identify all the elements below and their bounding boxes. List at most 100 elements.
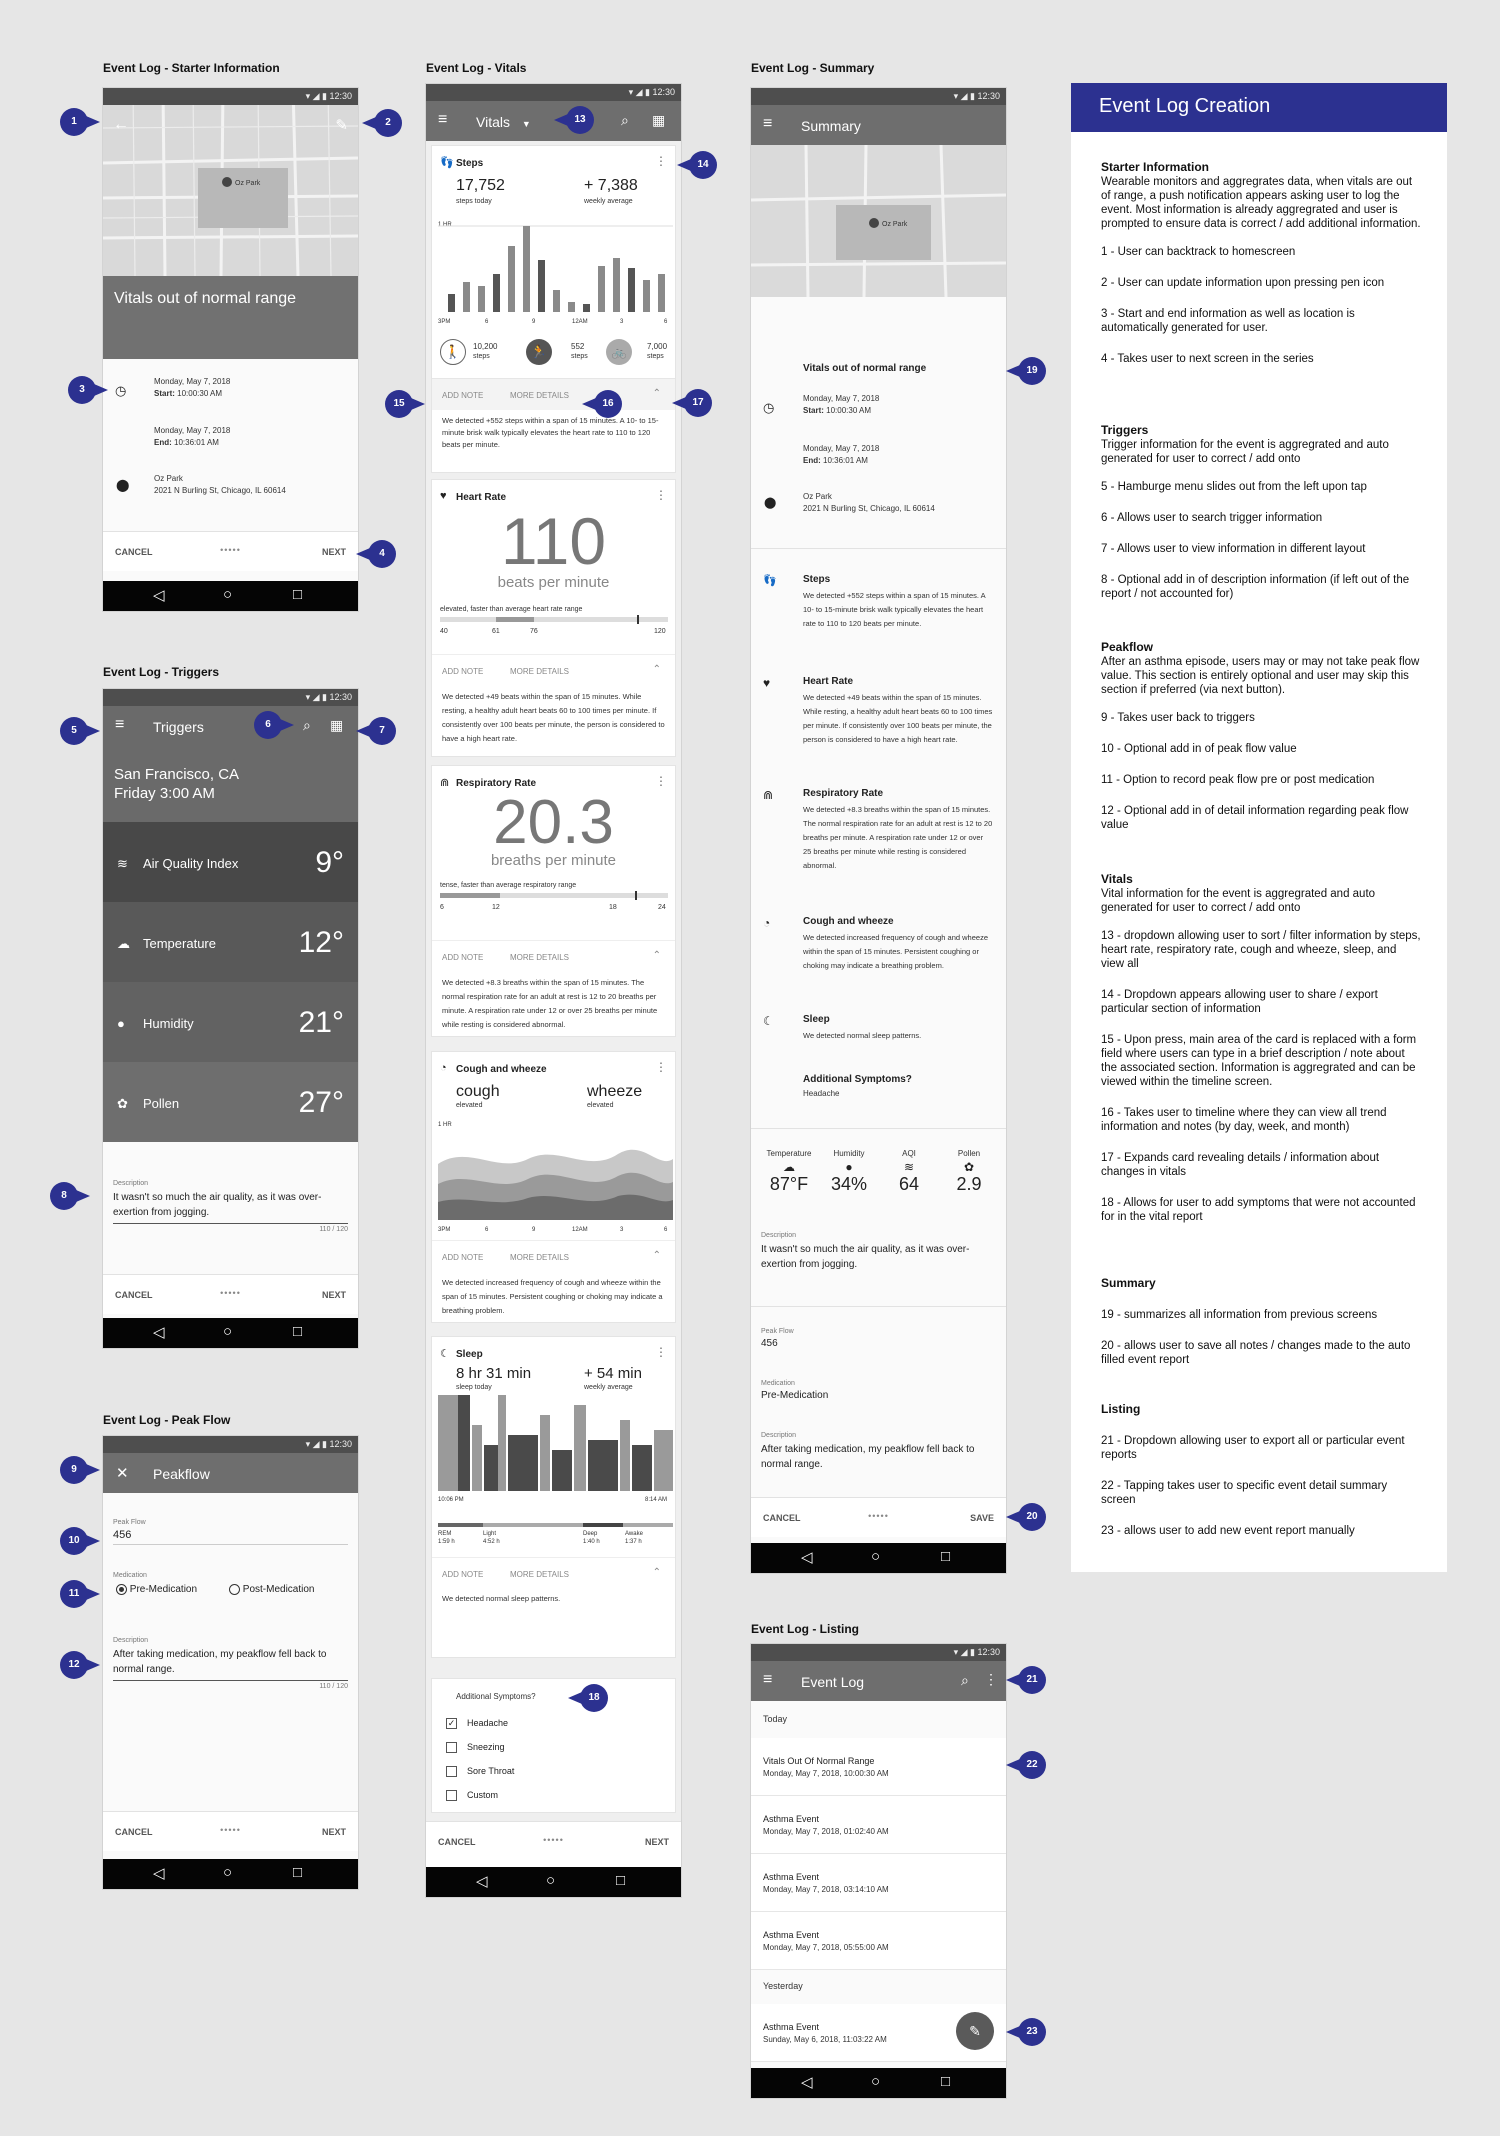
map-view[interactable]: Oz Park [751,144,1006,298]
trigger-row-pollen[interactable]: ✿ Pollen 27° [103,1062,358,1142]
more-details-button[interactable]: MORE DETAILS [510,391,569,400]
add-note-button[interactable]: ADD NOTE [442,1570,483,1579]
home-nav-icon[interactable]: ○ [871,1548,880,1565]
checkbox-icon [446,1766,457,1778]
map-view[interactable]: Oz Park [103,88,358,277]
collapse-chevron-icon[interactable]: ⌃ [653,1250,661,1261]
back-nav-icon[interactable]: ◁ [153,1323,165,1341]
overflow-menu-icon[interactable]: ⋮ [655,154,667,168]
symptom-sore-throat[interactable]: Sore Throat [446,1759,514,1783]
list-item[interactable]: Vitals Out Of Normal Range Monday, May 7… [751,1738,1006,1796]
next-button[interactable]: NEXT [322,547,346,557]
recents-nav-icon[interactable]: □ [293,586,302,603]
location-info: Oz Park 2021 N Burling St, Chicago, IL 6… [154,474,286,495]
peak-flow-field[interactable]: Peak Flow 456 [113,1517,348,1545]
sleep-stage-block [540,1415,550,1491]
trigger-row-temperature[interactable]: ☁ Temperature 12° [103,902,358,982]
steps-x-axis: 3PM 6 9 12AM 3 6 [438,319,668,325]
hamburger-menu-icon[interactable]: ≡ [438,111,447,129]
add-note-button[interactable]: ADD NOTE [442,391,483,400]
status-time: 12:30 [329,692,352,702]
back-arrow-icon[interactable]: ← [113,116,129,134]
overflow-menu-icon[interactable]: ⋮ [655,1345,667,1359]
back-nav-icon[interactable]: ◁ [153,586,165,604]
post-medication-radio[interactable]: Post-Medication [229,1584,314,1595]
home-nav-icon[interactable]: ○ [223,1323,232,1340]
steps-bar [613,258,620,312]
progress-dots: ••••• [220,1825,241,1835]
back-nav-icon[interactable]: ◁ [801,2073,813,2091]
collapse-chevron-icon[interactable]: ⌃ [653,388,661,399]
screen-title-summary: Event Log - Summary [751,61,875,75]
search-icon[interactable]: ⌕ [303,717,311,734]
summary-description: Description It wasn't so much the air qu… [761,1232,970,1270]
recents-nav-icon[interactable]: □ [941,1548,950,1565]
add-event-fab[interactable]: ✎ [956,2012,994,2050]
home-nav-icon[interactable]: ○ [546,1872,555,1889]
overflow-menu-icon[interactable]: ⋮ [655,1060,667,1074]
recents-nav-icon[interactable]: □ [941,2073,950,2090]
heart-rate-card: ♥ Heart Rate ⋮ 110 beats per minute elev… [431,479,676,757]
recents-nav-icon[interactable]: □ [293,1864,302,1881]
next-button[interactable]: NEXT [322,1290,346,1300]
more-details-button[interactable]: MORE DETAILS [510,667,569,676]
symptom-headache[interactable]: ✓ Headache [446,1711,514,1735]
callout-17: 17 [666,389,712,417]
trigger-row-humidity[interactable]: ● Humidity 21° [103,982,358,1062]
list-item[interactable]: Asthma Event Monday, May 7, 2018, 03:14:… [751,1854,1006,1912]
collapse-chevron-icon[interactable]: ⌃ [653,664,661,675]
back-nav-icon[interactable]: ◁ [153,1864,165,1882]
sleep-stage-bar [438,1523,673,1527]
symptom-sneezing[interactable]: Sneezing [446,1735,514,1759]
list-item[interactable]: Asthma Event Monday, May 7, 2018, 05:55:… [751,1912,1006,1970]
sleep-stage-deep: Deep 1:40 h [583,1531,600,1545]
hamburger-menu-icon[interactable]: ≡ [763,115,772,133]
save-button[interactable]: SAVE [970,1513,994,1523]
search-icon[interactable]: ⌕ [961,1672,969,1689]
steps-bar [553,290,560,312]
back-nav-icon[interactable]: ◁ [476,1872,488,1890]
recents-nav-icon[interactable]: □ [616,1872,625,1889]
collapse-chevron-icon[interactable]: ⌃ [653,1567,661,1578]
legend-section-peakflow: Peakflow After an asthma episode, users … [1101,640,1420,831]
pen-icon: ✎ [969,2023,981,2039]
add-note-button[interactable]: ADD NOTE [442,953,483,962]
pre-medication-radio[interactable]: Pre-Medication [116,1584,197,1595]
legend-heading: Event Log Creation [1071,83,1447,132]
summary-peak-flow: Peak Flow 456 [761,1328,794,1349]
vitals-filter-dropdown[interactable]: Vitals ▼ [476,114,531,130]
description-field[interactable]: Description After taking medication, my … [113,1635,348,1693]
add-note-button[interactable]: ADD NOTE [442,667,483,676]
home-nav-icon[interactable]: ○ [871,2073,880,2090]
more-details-button[interactable]: MORE DETAILS [510,1253,569,1262]
section-yesterday: Yesterday [763,1981,803,1991]
next-button[interactable]: NEXT [322,1827,346,1837]
location-info: Oz Park 2021 N Burling St, Chicago, IL 6… [803,492,935,513]
legend-section-vitals: Vitals Vital information for the event i… [1101,872,1421,1223]
home-nav-icon[interactable]: ○ [223,1864,232,1881]
screen-title-triggers: Event Log - Triggers [103,665,220,679]
layout-grid-icon[interactable]: ▦ [652,112,665,129]
close-icon[interactable]: ✕ [116,1464,129,1482]
add-note-button[interactable]: ADD NOTE [442,1253,483,1262]
collapse-chevron-icon[interactable]: ⌃ [653,950,661,961]
list-item[interactable]: Asthma Event Monday, May 7, 2018, 01:02:… [751,1796,1006,1854]
home-nav-icon[interactable]: ○ [223,586,232,603]
more-details-button[interactable]: MORE DETAILS [510,953,569,962]
symptom-custom[interactable]: Custom [446,1783,514,1807]
description-field[interactable]: Description It wasn't so much the air qu… [113,1178,348,1236]
hamburger-menu-icon[interactable]: ≡ [763,1671,772,1689]
overflow-menu-icon[interactable]: ⋮ [655,488,667,502]
overflow-menu-icon[interactable]: ⋮ [655,774,667,788]
next-button[interactable]: NEXT [645,1837,669,1847]
pen-icon[interactable]: ✎ [335,116,348,134]
sleep-card: ☾ Sleep ⋮ 8 hr 31 min sleep today + 54 m… [431,1336,676,1658]
recents-nav-icon[interactable]: □ [293,1323,302,1340]
more-details-button[interactable]: MORE DETAILS [510,1570,569,1579]
overflow-menu-icon[interactable]: ⋮ [984,1671,998,1688]
search-icon[interactable]: ⌕ [621,112,629,129]
hamburger-menu-icon[interactable]: ≡ [115,716,124,734]
back-nav-icon[interactable]: ◁ [801,1548,813,1566]
layout-grid-icon[interactable]: ▦ [330,717,343,734]
trigger-row-aqi[interactable]: ≋ Air Quality Index 9° [103,822,358,902]
